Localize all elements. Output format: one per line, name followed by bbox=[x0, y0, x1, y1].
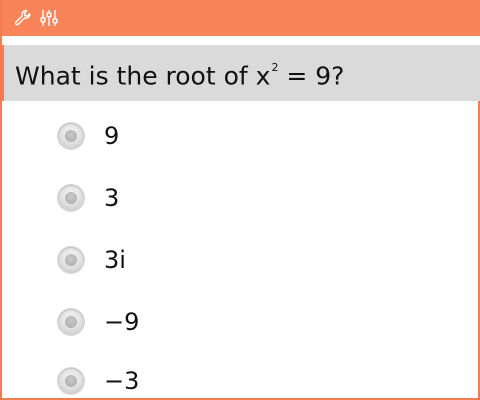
option-label: 3 bbox=[104, 184, 120, 212]
answer-option-1[interactable]: 9 bbox=[58, 119, 358, 153]
radio-button[interactable] bbox=[58, 368, 84, 394]
question-bar: What is the root of x2 = 9? bbox=[2, 45, 480, 101]
radio-button[interactable] bbox=[58, 123, 84, 149]
radio-button[interactable] bbox=[58, 185, 84, 211]
radio-button[interactable] bbox=[58, 309, 84, 335]
question-prefix: What is the root of x bbox=[15, 61, 271, 91]
sliders-icon[interactable] bbox=[39, 8, 59, 28]
toolbar-divider bbox=[2, 36, 480, 45]
option-label: 9 bbox=[104, 122, 120, 150]
wrench-icon[interactable] bbox=[13, 8, 33, 28]
option-label: −3 bbox=[104, 367, 140, 395]
answer-option-2[interactable]: 3 bbox=[58, 181, 358, 215]
option-label: 3i bbox=[104, 246, 126, 274]
toolbar bbox=[2, 0, 480, 36]
answer-option-5[interactable]: −3 bbox=[58, 364, 358, 398]
question-suffix: = 9? bbox=[278, 61, 345, 91]
app-frame: What is the root of x2 = 9? 9 3 3i −9 −3 bbox=[0, 0, 480, 400]
answer-option-3[interactable]: 3i bbox=[58, 243, 358, 277]
answer-option-4[interactable]: −9 bbox=[58, 305, 358, 339]
radio-button[interactable] bbox=[58, 247, 84, 273]
option-label: −9 bbox=[104, 308, 140, 336]
question-exponent: 2 bbox=[271, 61, 279, 74]
question-text: What is the root of x2 = 9? bbox=[15, 57, 344, 91]
